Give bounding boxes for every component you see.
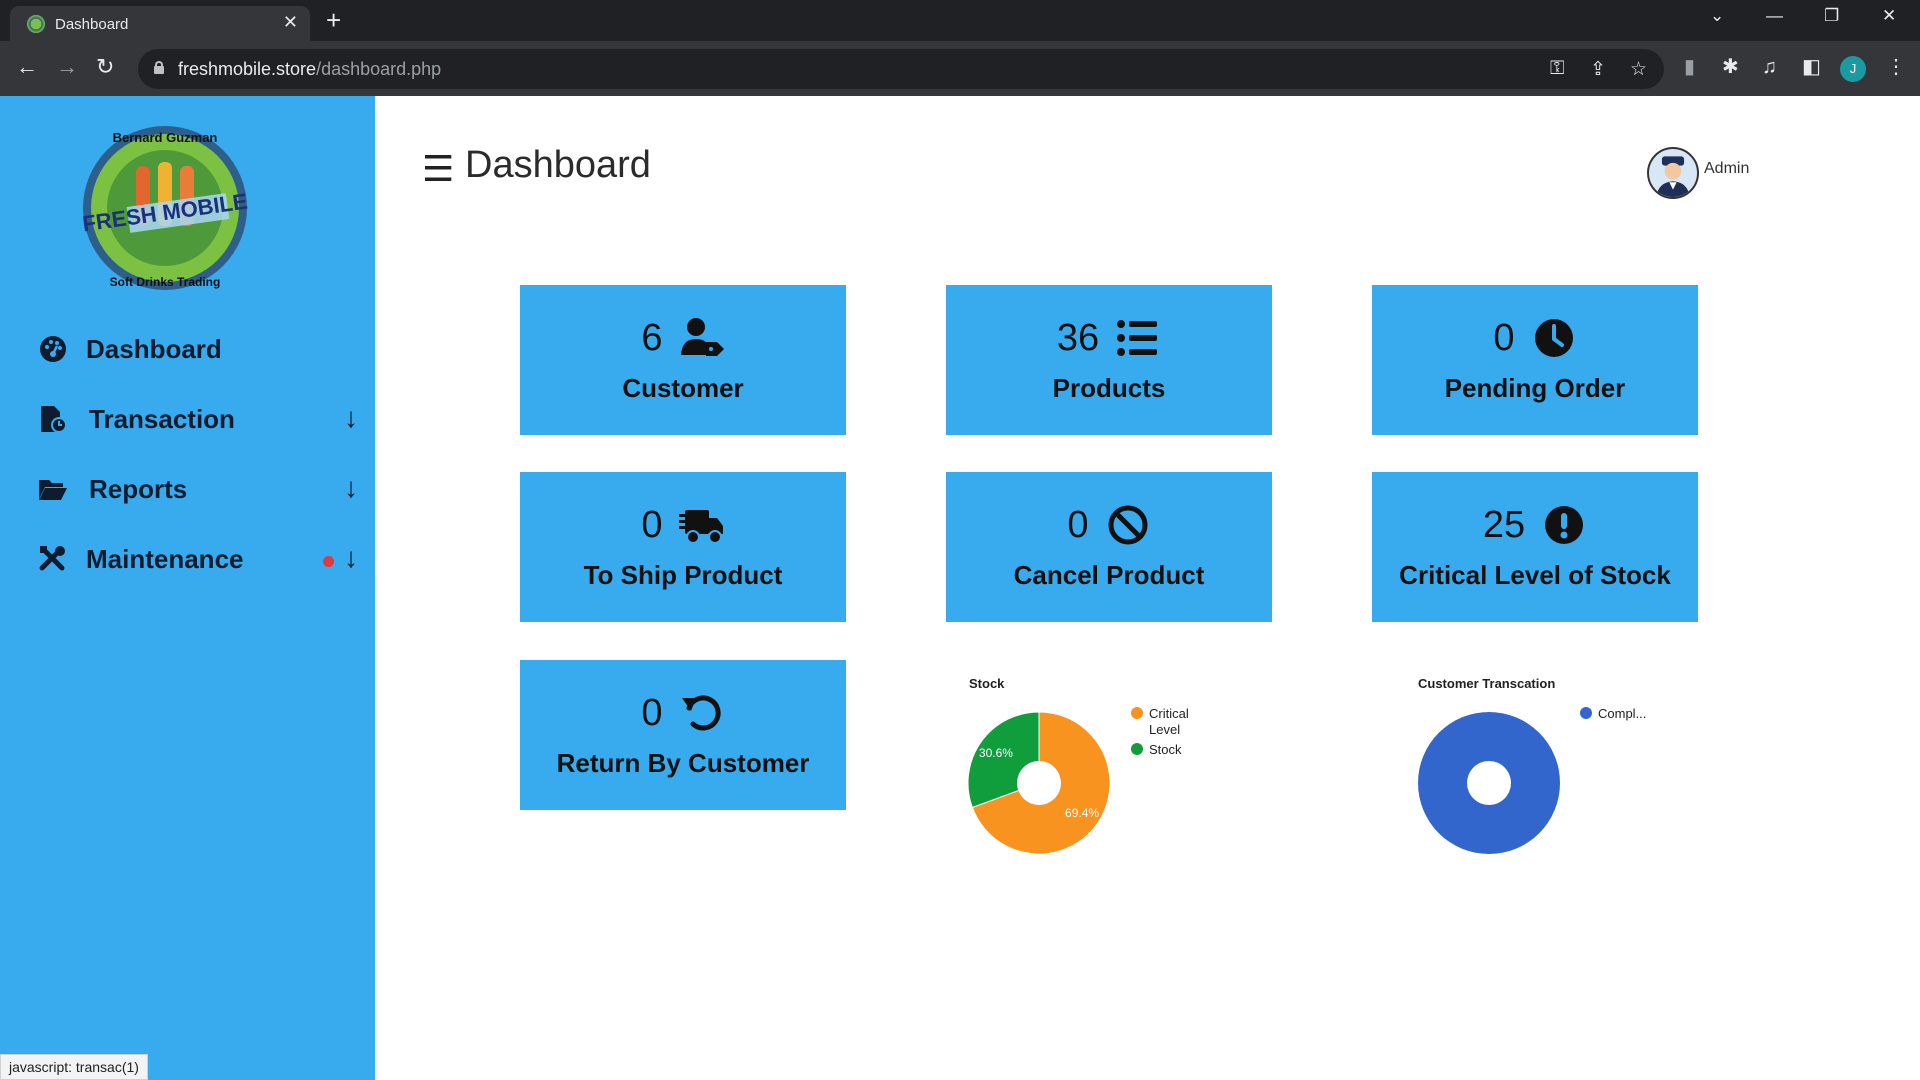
exclamation-circle-icon <box>1545 506 1584 544</box>
puzzle-icon[interactable]: ✱ <box>1722 55 1739 79</box>
stock-pie-chart: 69.4% 30.6% <box>967 711 1111 855</box>
address-bar[interactable]: freshmobile.store/dashboard.php ⚿ ⇪ ☆ <box>138 49 1664 89</box>
browser-toolbar: ← → ↻ freshmobile.store/dashboard.php ⚿ … <box>0 41 1920 96</box>
folder-open-icon <box>39 480 67 500</box>
url-text: freshmobile.store/dashboard.php <box>178 59 442 79</box>
profile-avatar[interactable]: J <box>1840 56 1866 82</box>
legend-item-stock[interactable]: Stock <box>1131 742 1182 758</box>
admin-avatar[interactable] <box>1647 147 1699 199</box>
undo-icon <box>681 695 721 731</box>
key-icon[interactable]: ⚿ <box>1550 58 1564 80</box>
legend-dot <box>1131 743 1143 755</box>
legend-label: Critical Level <box>1149 706 1189 737</box>
card-label: Critical Level of Stock <box>1399 560 1671 590</box>
card-customer[interactable]: 6 Customer <box>520 285 846 435</box>
clock-icon <box>1534 319 1573 357</box>
share-icon[interactable]: ⇪ <box>1590 58 1606 81</box>
page-title: Dashboard <box>465 144 651 186</box>
legend-item-complete[interactable]: Compl... <box>1580 706 1646 722</box>
card-to-ship-product[interactable]: 0 To Ship Product <box>520 472 846 622</box>
fresh-mobile-logo: Bernard Guzman FRESH MOBILE Soft Drinks … <box>81 126 249 290</box>
card-return-by-customer[interactable]: 0 Return By Customer <box>520 660 846 810</box>
ban-icon <box>1108 505 1148 545</box>
card-count: 0 <box>1067 503 1089 546</box>
svg-text:Bernard Guzman: Bernard Guzman <box>113 130 218 145</box>
menu-dots-icon[interactable]: ⋮ <box>1886 55 1906 79</box>
close-tab-icon[interactable]: ✕ <box>283 12 298 33</box>
sidebar-item-reports[interactable]: Reports ↓ <box>38 468 358 512</box>
dashboard-gauge-icon <box>40 336 66 362</box>
svg-text:Soft Drinks Trading: Soft Drinks Trading <box>110 275 221 289</box>
favicon-icon <box>27 15 45 33</box>
legend-label: Stock <box>1149 742 1182 757</box>
list-icon <box>1117 320 1158 356</box>
card-count: 36 <box>1056 316 1100 359</box>
expand-arrow-icon[interactable]: ↓ <box>344 472 358 504</box>
extension-icon[interactable]: ▮ <box>1684 55 1695 79</box>
legend-label: Compl... <box>1598 706 1647 721</box>
card-count: 0 <box>1493 316 1515 359</box>
card-critical-level[interactable]: 25 Critical Level of Stock <box>1372 472 1698 622</box>
browser-tab[interactable]: Dashboard ✕ <box>10 6 310 41</box>
card-label: Pending Order <box>1444 373 1626 403</box>
tab-title: Dashboard <box>55 16 129 33</box>
card-label: Return By Customer <box>556 748 810 778</box>
browser-tab-strip: Dashboard ✕ + ⌄ — ❐ ✕ <box>0 0 1920 41</box>
pie-slice-label: 30.6% <box>979 746 1013 760</box>
back-icon[interactable]: ← <box>16 55 38 79</box>
sidebar-label-transaction: Transaction <box>89 404 235 434</box>
sidebar-label-maintenance: Maintenance <box>86 544 244 574</box>
legend-item-critical[interactable]: Critical Level <box>1131 706 1209 738</box>
card-label: Cancel Product <box>1013 560 1205 590</box>
card-count: 0 <box>641 503 663 546</box>
bookmark-star-icon[interactable]: ☆ <box>1630 58 1647 81</box>
reload-icon[interactable]: ↻ <box>96 55 114 79</box>
media-control-icon[interactable]: ♫ <box>1762 55 1777 79</box>
donut-hole <box>1467 761 1511 805</box>
shipping-truck-icon <box>678 510 723 544</box>
legend-dot <box>1131 707 1143 719</box>
user-tag-icon <box>680 318 724 356</box>
expand-arrow-icon[interactable]: ↓ <box>344 402 358 434</box>
sidebar: Bernard Guzman FRESH MOBILE Soft Drinks … <box>0 96 375 1080</box>
forward-icon[interactable]: → <box>56 55 78 79</box>
notification-dot <box>323 556 334 567</box>
card-products[interactable]: 36 Products <box>946 285 1272 435</box>
donut-hole <box>1017 761 1061 805</box>
side-panel-icon[interactable]: ◧ <box>1802 55 1821 79</box>
stock-chart-title: Stock <box>969 676 1005 691</box>
card-label: Customer <box>622 373 744 403</box>
sidebar-item-dashboard[interactable]: Dashboard <box>38 328 358 372</box>
sidebar-item-transaction[interactable]: Transaction ↓ <box>38 398 358 442</box>
lock-icon[interactable] <box>154 61 164 74</box>
sidebar-label-dashboard: Dashboard <box>86 334 222 364</box>
sidebar-item-maintenance[interactable]: Maintenance ↓ <box>38 538 358 582</box>
restore-icon[interactable]: ❐ <box>1824 6 1839 26</box>
card-count: 25 <box>1482 503 1526 546</box>
minimize-icon[interactable]: — <box>1766 6 1783 26</box>
card-count: 6 <box>641 316 663 359</box>
admin-name[interactable]: Admin <box>1704 160 1749 178</box>
customer-pie-chart <box>1418 712 1560 854</box>
tools-icon <box>39 546 65 571</box>
file-invoice-icon <box>41 406 67 433</box>
card-cancel-product[interactable]: 0 Cancel Product <box>946 472 1272 622</box>
card-label: To Ship Product <box>583 560 783 590</box>
close-window-icon[interactable]: ✕ <box>1882 6 1896 26</box>
card-count: 0 <box>641 691 663 734</box>
user-avatar-icon <box>1656 156 1690 197</box>
expand-arrow-icon[interactable]: ↓ <box>344 542 358 574</box>
customer-chart-title: Customer Transcation <box>1418 676 1556 691</box>
browser-status-bar: javascript: transac(1) <box>0 1054 148 1080</box>
new-tab-icon[interactable]: + <box>326 5 341 35</box>
card-label: Products <box>1052 373 1166 403</box>
tab-search-icon[interactable]: ⌄ <box>1710 6 1724 26</box>
card-pending-order[interactable]: 0 Pending Order <box>1372 285 1698 435</box>
pie-slice-label: 69.4% <box>1065 806 1099 820</box>
legend-dot <box>1580 707 1592 719</box>
sidebar-label-reports: Reports <box>89 474 188 504</box>
hamburger-menu-icon[interactable]: ☰ <box>422 148 454 190</box>
